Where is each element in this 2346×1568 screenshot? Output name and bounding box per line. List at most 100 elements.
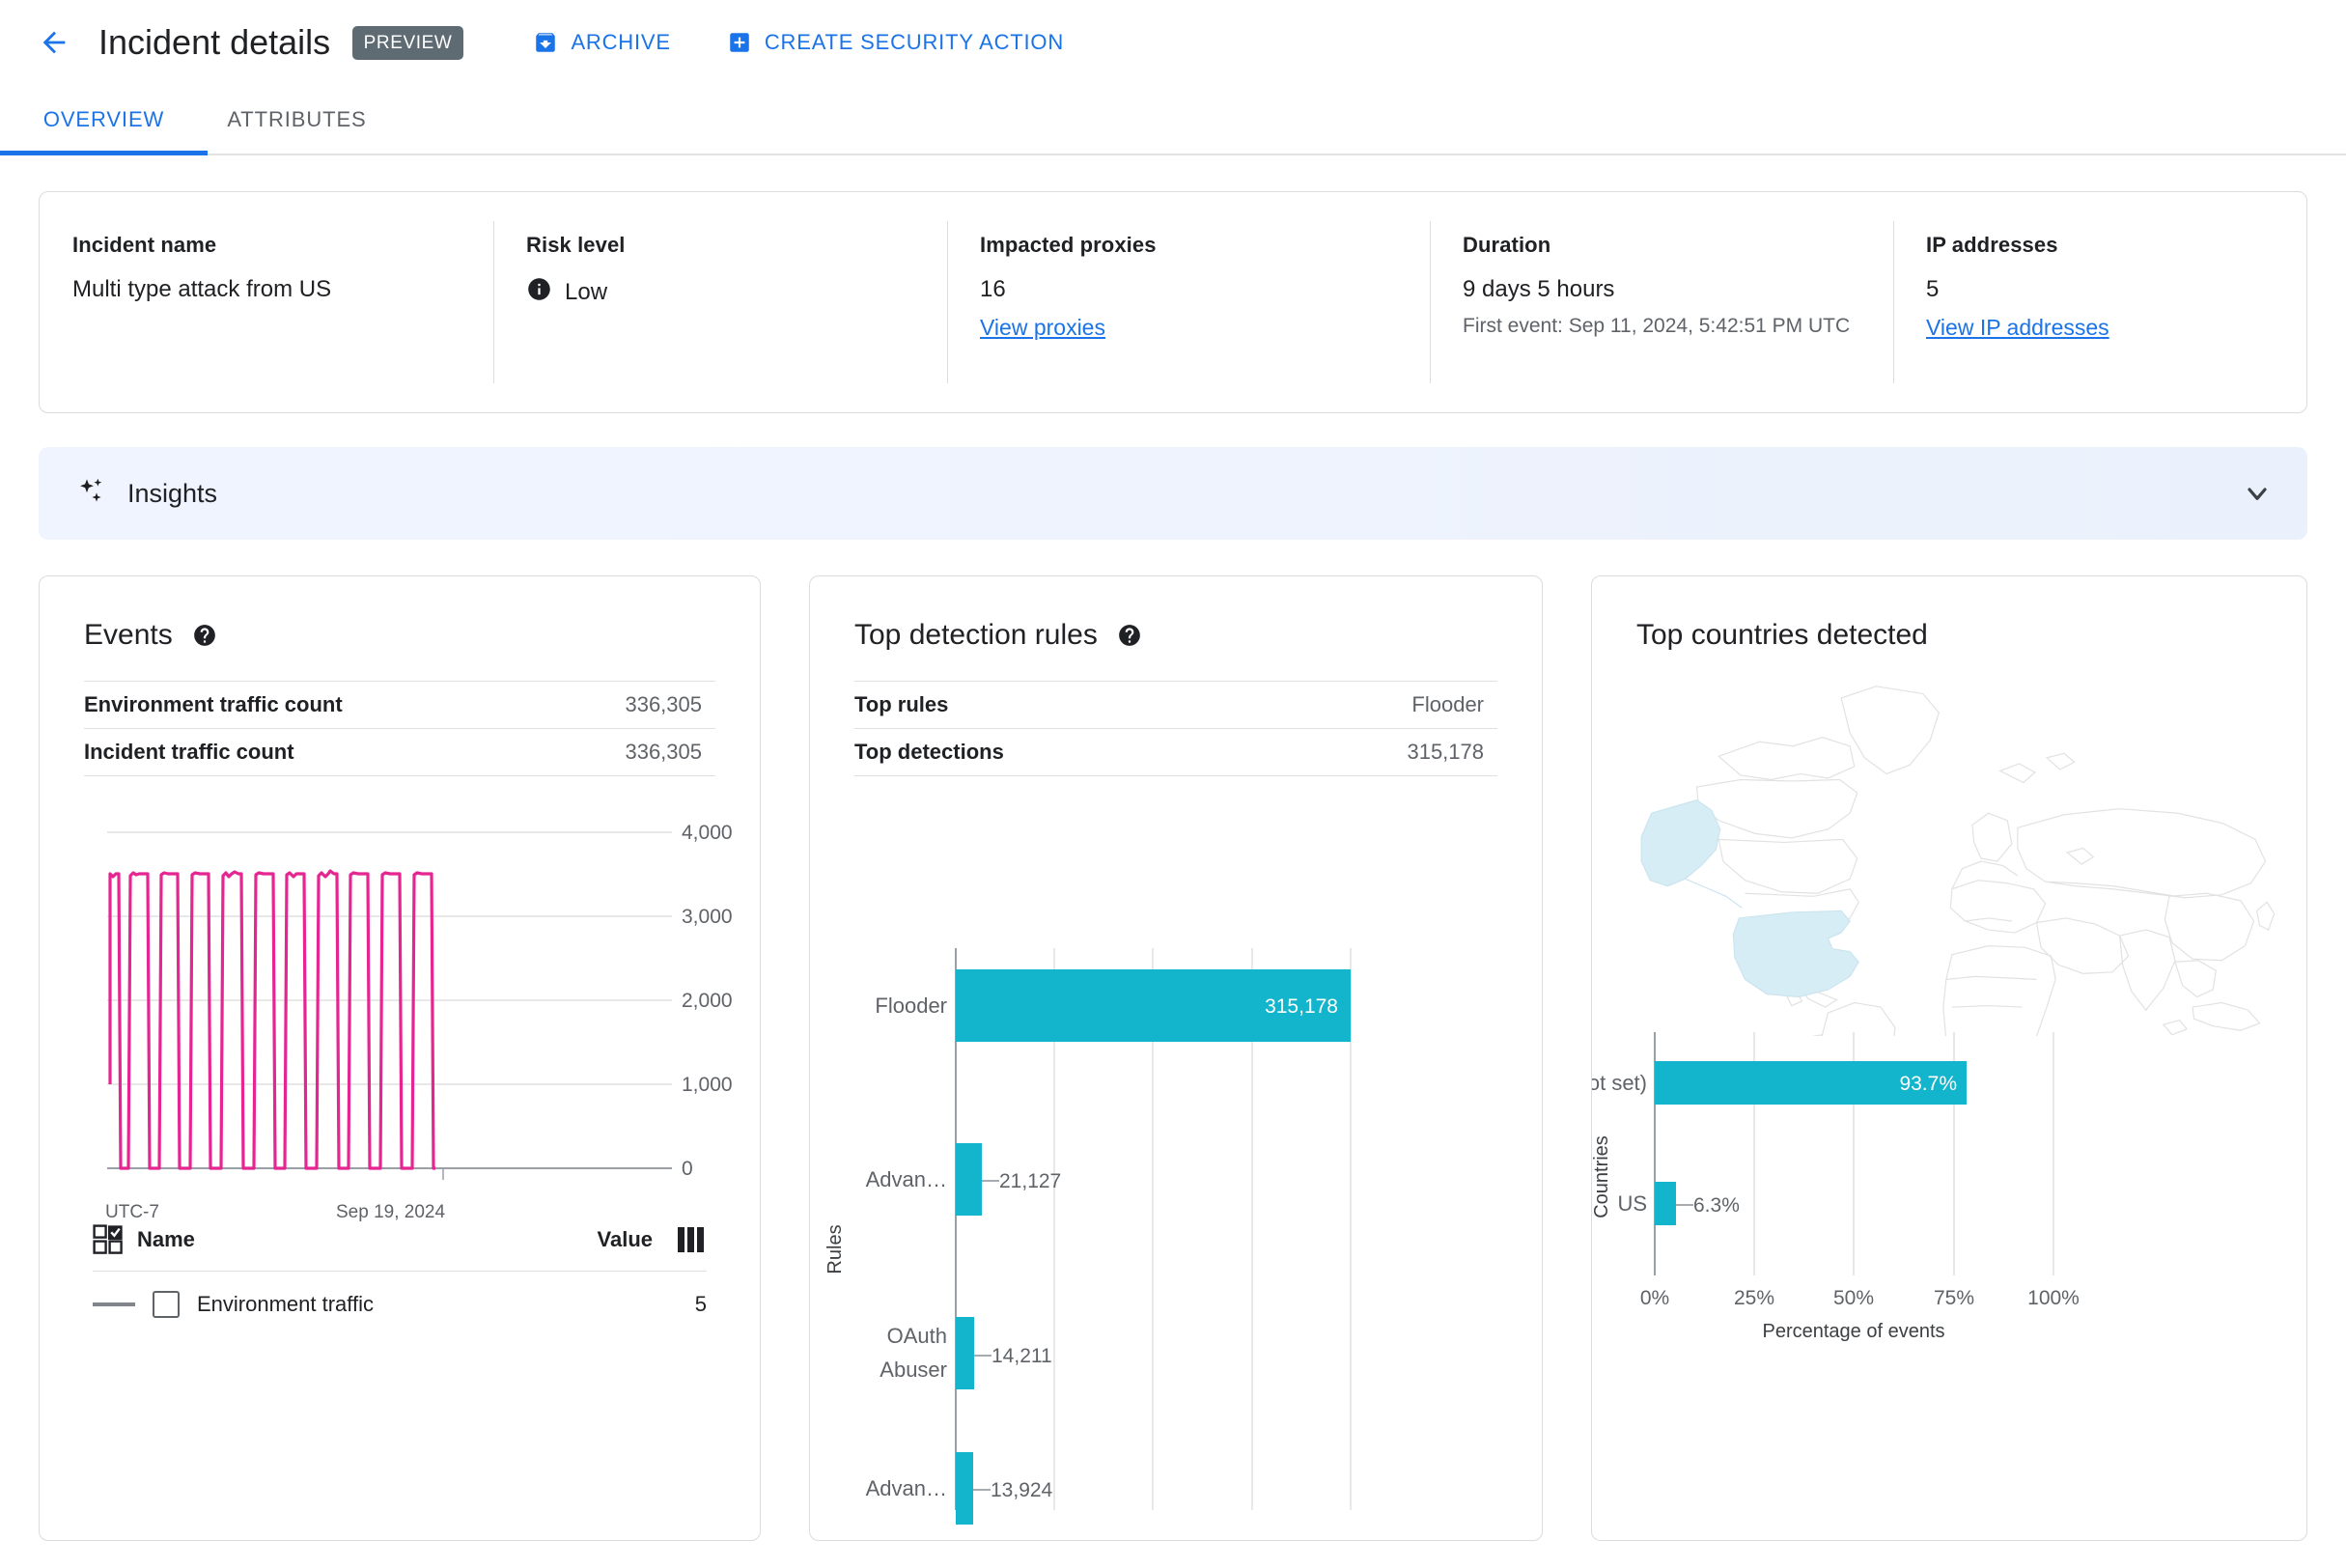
list-item[interactable]: Environment traffic 5 [93,1272,707,1318]
rules-bar-category: Flooder [875,994,947,1018]
table-row: Top detections 315,178 [854,728,1497,776]
charts-row: Events Environment traffic count 336,305… [39,575,2307,1541]
rules-bar-group-3[interactable]: Advan… 13,924 [866,1452,1053,1525]
legend-value-header: Value [597,1227,653,1251]
rules-kv-key: Top detections [854,740,1004,764]
ip-addresses-label: IP addresses [1926,233,2058,257]
events-kv-key: Incident traffic count [84,740,294,764]
tab-overview[interactable]: OVERVIEW [0,85,208,155]
countries-x-tick: 100% [2027,1287,2080,1309]
duration-first-event: First event: Sep 11, 2024, 5:42:51 PM UT… [1463,314,1851,337]
summary-ip-addresses: IP addresses 5 View IP addresses [1893,192,2306,412]
world-map[interactable] [1609,669,2307,1036]
countries-card-title: Top countries detected [1636,619,1928,651]
legend-series-swatch [93,1302,135,1306]
events-card: Events Environment traffic count 336,305… [39,575,761,1541]
rules-bar-category-line1: OAuth [887,1324,947,1348]
rules-card-title: Top detection rules [854,619,1098,651]
incident-summary-card: Incident name Multi type attack from US … [39,191,2307,413]
insights-banner[interactable]: Insights [39,447,2307,540]
archive-icon [533,30,558,55]
line-chart-x-label-1: Sep 19, 2024 [336,1202,446,1222]
rules-bar-value: 13,924 [991,1479,1053,1501]
rules-card-header: Top detection rules [810,576,1542,652]
chevron-down-icon[interactable] [2242,478,2273,509]
countries-x-tick: 75% [1934,1287,1974,1309]
insights-left: Insights [75,476,217,512]
tab-attributes-label: ATTRIBUTES [227,106,367,131]
events-card-header: Events [40,576,760,652]
rules-bar-category: Advan… [866,1476,947,1500]
table-row: Top rules Flooder [854,681,1497,729]
countries-x-tick: 50% [1833,1287,1874,1309]
legend-row-name: Environment traffic [197,1292,375,1316]
rules-bar[interactable] [956,1452,973,1525]
rules-bar-value: 21,127 [999,1170,1061,1192]
legend-row-checkbox[interactable] [153,1291,180,1318]
summary-impacted-proxies: Impacted proxies 16 View proxies [947,192,1430,412]
rules-bar-group-2[interactable]: OAuth Abuser 14,211 [880,1317,1052,1389]
events-line-series [108,869,435,1170]
ip-addresses-value: 5 [1926,276,1940,302]
events-line-chart: 4,000 3,000 2,000 1,000 0 UTC-7 Sep 19, … [40,813,760,1222]
map-region-us[interactable] [1732,910,1859,998]
page-content: Incident name Multi type attack from US … [0,155,2346,1541]
countries-card-header: Top countries detected [1592,576,2306,652]
rules-bar[interactable] [956,1143,982,1216]
map-region-alaska[interactable] [1640,798,1721,887]
rules-y-axis-title: Rules [824,1224,846,1274]
impacted-proxies-value: 16 [980,276,1006,302]
countries-bar-category: US [1617,1191,1647,1216]
archive-button[interactable]: ARCHIVE [533,30,670,55]
events-card-title: Events [84,619,173,651]
events-kv-key: Environment traffic count [84,692,343,716]
table-row: Incident traffic count 336,305 [84,728,715,776]
tab-bar: OVERVIEW ATTRIBUTES [0,85,2346,155]
create-security-action-button[interactable]: CREATE SECURITY ACTION [727,30,1064,55]
rules-bar-value: 315,178 [1265,995,1338,1018]
rules-bar-chart-svg: Rules Flooder 315,178 Advan… 21,127 OAut… [824,948,1352,1525]
countries-bar-value: 93.7% [1899,1073,1957,1095]
page-title-group: Incident details PREVIEW [98,22,464,63]
events-kv-table: Environment traffic count 336,305 Incide… [84,681,715,776]
countries-bar-chart-svg: Countries (not set) 93.7% US 6.3% 0% [1592,1032,2080,1341]
top-detection-rules-card: Top detection rules Top rules Flooder To… [809,575,1543,1541]
countries-bar-group-0[interactable]: (not set) 93.7% [1592,1061,1967,1105]
tab-attributes[interactable]: ATTRIBUTES [208,85,386,154]
countries-bar-group-1[interactable]: US 6.3% [1617,1182,1740,1225]
risk-level-value: Low [565,279,608,305]
help-icon[interactable] [192,623,217,648]
rules-bar-value: 14,211 [991,1345,1052,1367]
rules-bar[interactable] [956,1317,974,1389]
svg-text:0: 0 [682,1158,693,1180]
top-countries-card: Top countries detected Countries t set) … [1591,575,2307,1541]
rules-bar-category: Advan… [866,1167,947,1191]
events-line-chart-svg: 4,000 3,000 2,000 1,000 0 [107,822,733,1180]
back-arrow-icon[interactable] [31,19,77,66]
countries-x-tick: 0% [1640,1287,1669,1309]
preview-badge: PREVIEW [351,26,464,60]
line-chart-x-label-0: UTC-7 [105,1202,159,1222]
rules-bar-group-0[interactable]: Flooder 315,178 [875,969,1351,1042]
select-all-icon[interactable] [93,1224,124,1255]
incident-name-label: Incident name [72,233,217,257]
archive-label: ARCHIVE [571,30,671,54]
countries-y-axis-title: Countries [1592,1135,1612,1218]
rules-kv-value: Flooder [1411,692,1484,716]
view-ip-addresses-link[interactable]: View IP addresses [1926,315,2109,341]
page-title: Incident details [98,22,331,62]
events-kv-value: 336,305 [625,740,702,764]
info-icon [526,276,552,309]
create-security-action-label: CREATE SECURITY ACTION [764,30,1065,54]
columns-icon[interactable] [678,1227,707,1252]
rules-bar-category-line2: Abuser [880,1358,947,1382]
rules-bar-group-1[interactable]: Advan… 21,127 [866,1143,1062,1216]
view-proxies-link[interactable]: View proxies [980,315,1105,341]
summary-incident-name: Incident name Multi type attack from US [40,192,493,412]
incident-name-value: Multi type attack from US [72,276,332,302]
countries-bar[interactable] [1655,1182,1676,1225]
help-icon[interactable] [1117,623,1142,648]
countries-x-axis-title: Percentage of events [1762,1321,1944,1341]
top-bar-actions: ARCHIVE CREATE SECURITY ACTION [533,30,1064,55]
svg-text:2,000: 2,000 [682,990,733,1012]
